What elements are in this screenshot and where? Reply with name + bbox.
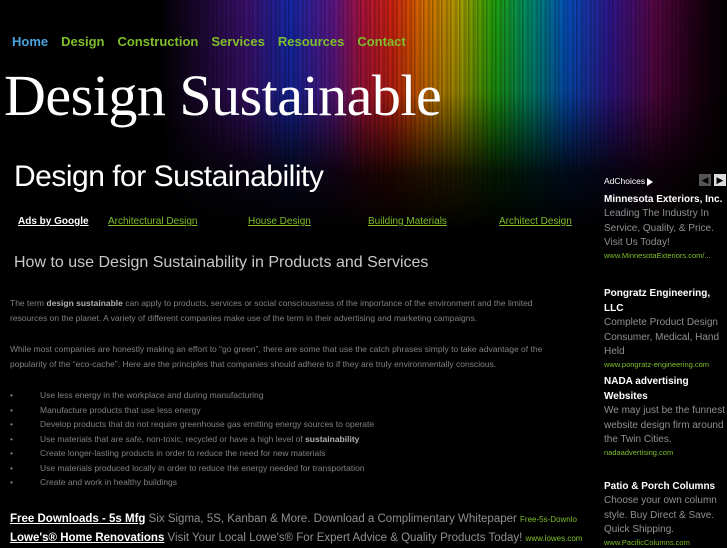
list-item: Use less energy in the workplace and dur… xyxy=(10,388,570,403)
text-ad-url[interactable]: Free-5s-Downlo xyxy=(520,515,577,524)
text-ad-url[interactable]: www.lowes.com xyxy=(526,534,583,543)
nav-design[interactable]: Design xyxy=(61,34,104,49)
p1-text-start: The term xyxy=(10,298,47,308)
site-title: Design Sustainable xyxy=(4,63,442,128)
text-ad-2[interactable]: Lowe's® Home Renovations Visit Your Loca… xyxy=(10,532,582,544)
text-ad-1[interactable]: Free Downloads - 5s Mfg Six Sigma, 5S, K… xyxy=(10,513,577,525)
sidebar-ad-body: We may just be the funnest website desig… xyxy=(604,405,725,445)
ad-link-house-design[interactable]: House Design xyxy=(248,216,311,227)
ad-link-architect-design[interactable]: Architect Design xyxy=(499,216,572,227)
text-ad-body: Visit Your Local Lowe's® For Expert Advi… xyxy=(164,532,526,544)
nav-resources[interactable]: Resources xyxy=(278,34,344,49)
adchoices-text[interactable]: AdChoices xyxy=(604,176,645,186)
text-ad-body: Six Sigma, 5S, Kanban & More. Download a… xyxy=(145,513,521,525)
p1-bold-term: design sustainable xyxy=(46,298,123,308)
prev-arrow-icon[interactable]: ◀ xyxy=(699,174,711,186)
nav-construction[interactable]: Construction xyxy=(117,34,198,49)
sidebar-ad-3[interactable]: NADA advertising Websites We may just be… xyxy=(604,374,727,458)
main-nav: Home Design Construction Services Resour… xyxy=(12,34,419,49)
list-item-bold: sustainability xyxy=(305,433,360,444)
list-item: Create and work in healthy buildings xyxy=(10,475,570,490)
sidebar-ad-4[interactable]: Patio & Porch Columns Choose your own co… xyxy=(604,479,727,548)
nav-home[interactable]: Home xyxy=(12,34,48,49)
list-item-text: Use materials that are safe, non-toxic, … xyxy=(40,433,306,444)
ad-link-architectural-design[interactable]: Architectural Design xyxy=(108,216,197,227)
list-item: Use materials that are safe, non-toxic, … xyxy=(10,432,570,447)
sidebar-ad-1[interactable]: Minnesota Exteriors, Inc. Leading The In… xyxy=(604,192,727,261)
ads-by-google[interactable]: Ads by Google xyxy=(18,216,89,227)
sidebar-ad-body: Leading The Industry In Service, Quality… xyxy=(604,208,714,248)
article-paragraph-2: While most companies are honestly making… xyxy=(10,344,543,369)
sidebar-ad-url[interactable]: www.MinnesotaExteriors.com/... xyxy=(604,251,727,261)
page-title: Design for Sustainability xyxy=(14,160,324,193)
article-paragraph-1: The term design sustainable can apply to… xyxy=(10,296,565,325)
sidebar-ad-title[interactable]: Patio & Porch Columns xyxy=(604,479,727,494)
sidebar-ad-url[interactable]: www.pongratz-engineering.com xyxy=(604,360,727,370)
list-item: Develop products that do not require gre… xyxy=(10,417,570,432)
sidebar-ad-2[interactable]: Pongratz Engineering, LLC Complete Produ… xyxy=(604,286,727,370)
sidebar-ad-url[interactable]: www.PacificColumns.com xyxy=(604,538,727,548)
adchoices-label[interactable]: AdChoices xyxy=(604,176,654,186)
sidebar-ad-title[interactable]: Pongratz Engineering, LLC xyxy=(604,286,727,316)
text-ad-title[interactable]: Lowe's® Home Renovations xyxy=(10,532,164,544)
text-ad-title[interactable]: Free Downloads - 5s Mfg xyxy=(10,513,145,525)
ad-link-building-materials[interactable]: Building Materials xyxy=(368,216,447,227)
sidebar-ad-title[interactable]: Minnesota Exteriors, Inc. xyxy=(604,192,727,207)
list-item: Manufacture products that use less energ… xyxy=(10,403,570,418)
list-item: Use materials produced locally in order … xyxy=(10,461,570,476)
principles-list: Use less energy in the workplace and dur… xyxy=(10,388,570,490)
nav-contact[interactable]: Contact xyxy=(357,34,405,49)
adchoices-icon[interactable] xyxy=(647,177,654,186)
sidebar-ad-url[interactable]: nadaadvertising.com xyxy=(604,448,727,458)
sidebar-ad-body: Choose your own column style. Buy Direct… xyxy=(604,495,717,535)
nav-services[interactable]: Services xyxy=(211,34,265,49)
next-arrow-icon[interactable]: ▶ xyxy=(714,174,726,186)
article-heading: How to use Design Sustainability in Prod… xyxy=(14,254,429,271)
sidebar-ad-title[interactable]: NADA advertising Websites xyxy=(604,374,727,404)
list-item: Create longer-lasting products in order … xyxy=(10,446,570,461)
sidebar-ad-body: Complete Product Design Consumer, Medica… xyxy=(604,317,720,357)
